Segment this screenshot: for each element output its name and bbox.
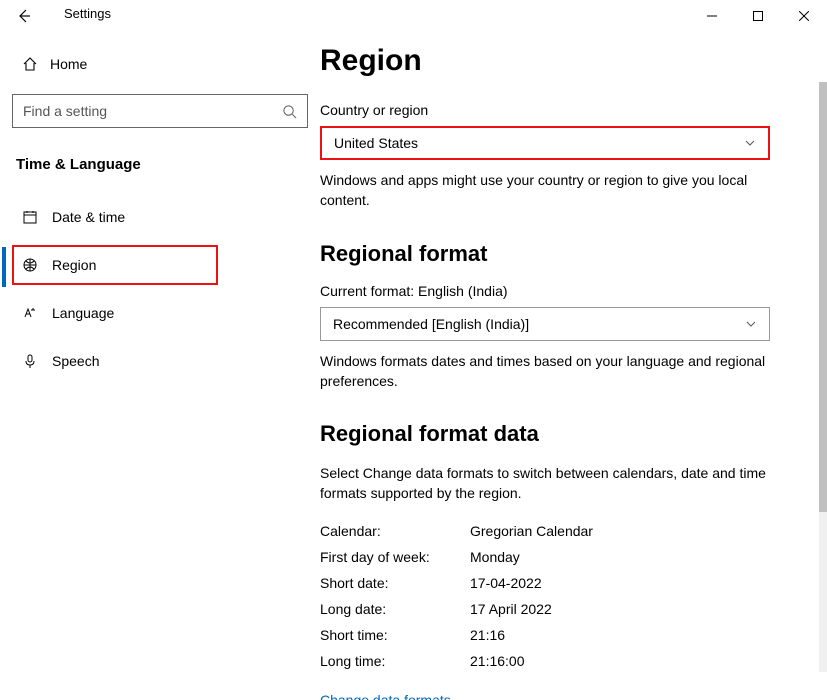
language-icon — [16, 305, 44, 321]
search-field[interactable] — [23, 103, 263, 119]
country-desc: Windows and apps might use your country … — [320, 170, 770, 211]
content-area: Region Country or region United States W… — [320, 32, 827, 700]
maximize-button[interactable] — [735, 0, 781, 32]
sidebar-section-title: Time & Language — [12, 156, 312, 173]
change-data-formats-link[interactable]: Change data formats — [320, 692, 789, 700]
minimize-button[interactable] — [689, 0, 735, 32]
country-label: Country or region — [320, 102, 789, 118]
calendar-icon — [16, 209, 44, 225]
page-title: Region — [320, 44, 789, 78]
data-row: First day of week:Monday — [320, 544, 789, 570]
search-icon — [282, 104, 297, 119]
arrow-left-icon — [16, 8, 32, 24]
globe-icon — [16, 257, 44, 273]
sidebar-item-speech[interactable]: Speech — [12, 341, 312, 381]
current-format-label: Current format: English (India) — [320, 283, 789, 299]
regional-format-heading: Regional format — [320, 241, 789, 267]
search-input[interactable] — [12, 94, 308, 128]
regional-format-dropdown[interactable]: Recommended [English (India)] — [320, 307, 770, 341]
maximize-icon — [753, 11, 763, 21]
titlebar: Settings — [0, 0, 827, 32]
microphone-icon — [16, 353, 44, 369]
data-row: Long date:17 April 2022 — [320, 596, 789, 622]
home-icon — [16, 56, 44, 72]
window-controls — [689, 0, 827, 32]
regional-format-desc: Windows formats dates and times based on… — [320, 351, 770, 392]
sidebar-item-region[interactable]: Region — [12, 245, 218, 285]
data-row: Long time:21:16:00 — [320, 648, 789, 674]
sidebar-item-label: Speech — [52, 353, 99, 369]
home-button[interactable]: Home — [12, 44, 312, 84]
sidebar-item-label: Date & time — [52, 209, 125, 225]
minimize-icon — [707, 11, 717, 21]
regional-format-value: Recommended [English (India)] — [333, 316, 529, 332]
data-row: Short date:17-04-2022 — [320, 570, 789, 596]
sidebar-item-label: Language — [52, 305, 114, 321]
scrollbar-thumb[interactable] — [819, 82, 827, 512]
regional-data-table: Calendar:Gregorian Calendar First day of… — [320, 518, 789, 674]
country-dropdown[interactable]: United States — [320, 126, 770, 160]
sidebar-item-language[interactable]: Language — [12, 293, 312, 333]
scrollbar-track[interactable] — [819, 82, 827, 672]
sidebar-item-date-time[interactable]: Date & time — [12, 197, 312, 237]
window-title: Settings — [64, 6, 111, 21]
chevron-down-icon — [745, 318, 757, 330]
country-value: United States — [334, 135, 418, 151]
regional-data-desc: Select Change data formats to switch bet… — [320, 463, 770, 504]
sidebar-item-label: Region — [52, 257, 96, 273]
data-row: Calendar:Gregorian Calendar — [320, 518, 789, 544]
close-icon — [799, 11, 809, 21]
chevron-down-icon — [744, 137, 756, 149]
close-button[interactable] — [781, 0, 827, 32]
regional-data-heading: Regional format data — [320, 421, 789, 447]
sidebar: Home Time & Language Date & time Region … — [0, 32, 320, 700]
data-row: Short time:21:16 — [320, 622, 789, 648]
home-label: Home — [50, 56, 87, 72]
back-button[interactable] — [0, 0, 48, 32]
